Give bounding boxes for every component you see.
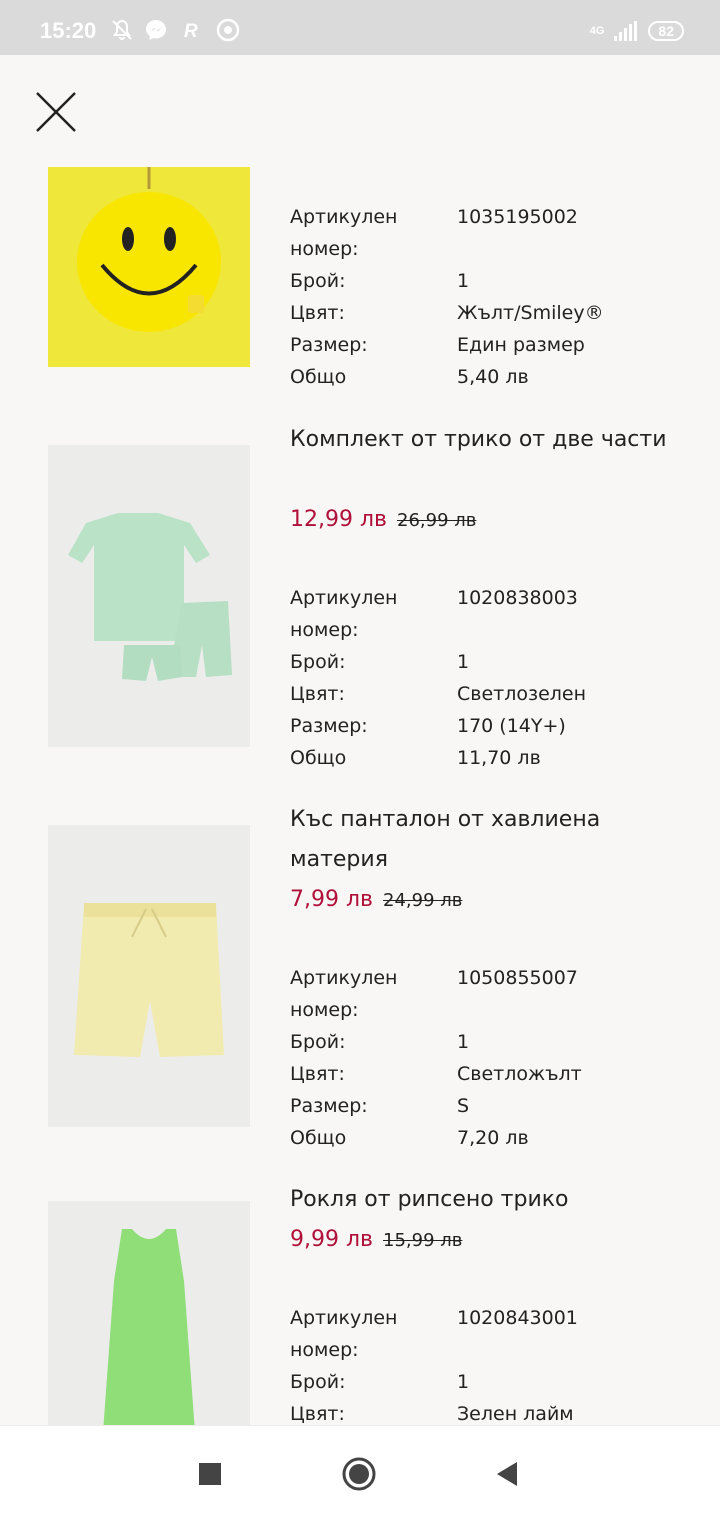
product-image[interactable] bbox=[48, 167, 250, 367]
status-bar: 15:20 R 4G 82 bbox=[0, 0, 720, 55]
detail-label: Артикулен номер: bbox=[290, 206, 398, 260]
chrome-icon bbox=[216, 18, 240, 42]
detail-label: Общо bbox=[290, 1127, 347, 1149]
detail-value: 1 bbox=[457, 1371, 470, 1393]
svg-text:R: R bbox=[184, 21, 198, 42]
signal-icon bbox=[614, 21, 638, 41]
sale-price: 7,99 лв bbox=[290, 887, 374, 912]
detail-value: Жълт/Smiley® bbox=[457, 302, 604, 324]
product-details: Артикулен номер: 1020843001 Брой: 1 Цвят: З… bbox=[290, 1302, 690, 1425]
product-price: 12,99 лв 26,99 лв bbox=[290, 500, 476, 540]
home-icon[interactable] bbox=[341, 1456, 377, 1492]
product-title[interactable]: Къс панталон от хавлиена материя bbox=[290, 800, 680, 880]
messenger-icon bbox=[146, 20, 166, 40]
original-price: 26,99 лв bbox=[397, 510, 477, 531]
detail-value: 170 (14Y+) bbox=[457, 715, 566, 737]
original-price: 15,99 лв bbox=[383, 1230, 463, 1251]
detail-label: Брой: bbox=[290, 1371, 346, 1393]
detail-label: Общо bbox=[290, 747, 347, 769]
detail-value: 1020838003 bbox=[457, 587, 578, 609]
detail-value: 1 bbox=[457, 1031, 470, 1053]
detail-label: Брой: bbox=[290, 1031, 346, 1053]
product-image[interactable] bbox=[48, 825, 250, 1127]
detail-label: Размер: bbox=[290, 1095, 368, 1117]
detail-value: S bbox=[457, 1095, 470, 1117]
product-image[interactable] bbox=[48, 445, 250, 747]
top-shorts-set-image bbox=[48, 445, 250, 747]
detail-label: Общо bbox=[290, 366, 347, 388]
product-price: 9,99 лв 15,99 лв bbox=[290, 1220, 462, 1260]
detail-label: Артикулен номер: bbox=[290, 967, 398, 1021]
yellow-shorts-image bbox=[48, 825, 250, 1127]
detail-label: Брой: bbox=[290, 270, 346, 292]
detail-label: Артикулен номер: bbox=[290, 1307, 398, 1361]
sale-price: 9,99 лв bbox=[290, 1227, 374, 1252]
detail-label: Цвят: bbox=[290, 683, 345, 705]
detail-label: Размер: bbox=[290, 334, 368, 356]
detail-value: 11,70 лв bbox=[457, 747, 541, 769]
detail-value: Светлозелен bbox=[457, 683, 587, 705]
detail-value: 1 bbox=[457, 651, 470, 673]
detail-label: Цвят: bbox=[290, 1063, 345, 1085]
status-right: 4G 82 bbox=[590, 20, 684, 42]
battery-indicator: 82 bbox=[648, 21, 684, 41]
order-items-list: Артикулен номер: 1035195002 Брой: 1 Цвят: Ж… bbox=[0, 167, 720, 1425]
status-time: 15:20 bbox=[40, 18, 97, 43]
product-image[interactable] bbox=[48, 1201, 250, 1425]
network-label: 4G bbox=[589, 25, 605, 37]
system-nav-bar bbox=[0, 1425, 720, 1521]
smiley-keychain-image bbox=[48, 167, 250, 367]
product-details: Артикулен номер: 1035195002 Брой: 1 Цвят: Ж… bbox=[290, 201, 690, 393]
product-details: Артикулен номер: 1050855007 Брой: 1 Цвят: С… bbox=[290, 962, 690, 1154]
r-app-icon: R bbox=[184, 21, 198, 42]
recent-apps-icon[interactable] bbox=[192, 1456, 228, 1492]
detail-label: Цвят: bbox=[290, 1403, 345, 1425]
detail-label: Размер: bbox=[290, 715, 368, 737]
detail-value: Един размер bbox=[457, 334, 585, 356]
sale-price: 12,99 лв bbox=[290, 507, 388, 532]
product-title[interactable]: Рокля от рипсено трико bbox=[290, 1180, 680, 1220]
header bbox=[0, 55, 720, 167]
detail-label: Артикулен номер: bbox=[290, 587, 398, 641]
original-price: 24,99 лв bbox=[383, 890, 463, 911]
product-price: 7,99 лв 24,99 лв bbox=[290, 880, 462, 920]
green-dress-image bbox=[48, 1201, 250, 1425]
close-icon[interactable] bbox=[34, 90, 78, 134]
detail-value: 1035195002 bbox=[457, 206, 578, 228]
detail-value: 1050855007 bbox=[457, 967, 578, 989]
detail-label: Цвят: bbox=[290, 302, 345, 324]
product-title[interactable]: Комплект от трико от две части bbox=[290, 420, 680, 460]
product-details: Артикулен номер: 1020838003 Брой: 1 Цвят: С… bbox=[290, 582, 690, 774]
detail-value: 1 bbox=[457, 270, 470, 292]
detail-value: 1020843001 bbox=[457, 1307, 578, 1329]
detail-value: Светложълт bbox=[457, 1063, 582, 1085]
detail-value: 5,40 лв bbox=[457, 366, 529, 388]
bell-off-icon bbox=[112, 19, 132, 40]
back-icon[interactable] bbox=[489, 1456, 525, 1492]
detail-value: Зелен лайм bbox=[457, 1403, 574, 1425]
detail-value: 7,20 лв bbox=[457, 1127, 529, 1149]
detail-label: Брой: bbox=[290, 651, 346, 673]
